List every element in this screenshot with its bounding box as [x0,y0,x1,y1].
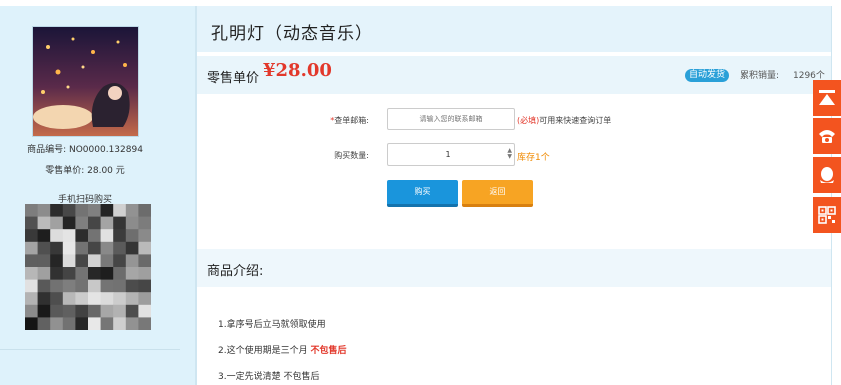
total-sales-label: 累积销量: [740,71,780,81]
email-hint: (必填)可用来快速查询订单 [517,115,611,126]
sidebar-price-line: 零售单价: 28.00 元 [0,163,170,176]
retail-price-value: ¥28.00 [263,60,332,81]
back-button[interactable]: 返回 [462,180,533,207]
intro-title: 商品介绍: [207,264,264,279]
quantity-label: 购买数量: [334,151,369,160]
purchase-qr-code[interactable] [25,204,152,331]
retail-price-label: 零售单价 [207,71,260,86]
email-hint-text: 可用来快速查询订单 [539,116,612,125]
quantity-spin-arrows-icon[interactable]: ▲ ▼ [507,148,512,160]
email-label-text: 查单邮箱: [334,116,369,125]
phone-icon [819,130,835,143]
intro-line: 1.拿序号后立马就领取使用 [218,317,326,330]
qq-button[interactable] [813,157,841,193]
sku-line: 商品编号: NO0000.132894 [0,142,170,155]
phone-button[interactable] [813,118,841,154]
intro-line-highlight: 不包售后 [310,346,347,356]
auto-delivery-badge: 自动发货 [685,69,730,82]
stock-text: 库存1个 [517,153,550,163]
intro-line-text: 3.一定先说清楚 不包售后 [218,372,320,382]
sidebar-divider [0,349,180,350]
product-main-panel: 孔明灯（动态音乐） 零售单价 ¥28.00 自动发货 累积销量: 1296个 *… [196,6,832,385]
intro-line: 3.一定先说清楚 不包售后 [218,369,319,382]
email-field-label: *查单邮箱: [269,115,369,126]
price-bar: 零售单价 ¥28.00 自动发货 累积销量: 1296个 [197,56,831,94]
sidebar-price-value: 28.00 元 [87,166,125,176]
quantity-value: 1 [445,150,451,159]
buy-button[interactable]: 购买 [387,180,458,207]
intro-line-text: 2.这个使用期是三个月 [218,346,308,356]
email-field[interactable] [387,108,515,130]
product-sidebar: 商品编号: NO0000.132894 零售单价: 28.00 元 手机扫码购买 [0,6,196,385]
back-to-top-icon [819,90,835,105]
sidebar-price-label: 零售单价: [45,166,85,176]
product-title: 孔明灯（动态音乐） [211,24,373,44]
back-to-top-button[interactable] [813,80,841,116]
intro-line-text: 1.拿序号后立马就领取使用 [218,320,326,330]
qq-penguin-icon [820,167,834,183]
sku-label: 商品编号: [27,145,67,155]
title-bar: 孔明灯（动态音乐） [197,6,831,52]
quantity-stepper[interactable]: 1 ▲ ▼ [387,143,515,166]
email-required-marker: (必填) [517,116,540,125]
sku-value: NO0000.132894 [68,145,143,155]
qr-code-icon [818,206,836,224]
qr-code-button[interactable] [813,197,841,233]
product-cover-image [32,26,139,137]
intro-line: 2.这个使用期是三个月 不包售后 [218,343,346,356]
intro-section-header: 商品介绍: [197,249,831,287]
